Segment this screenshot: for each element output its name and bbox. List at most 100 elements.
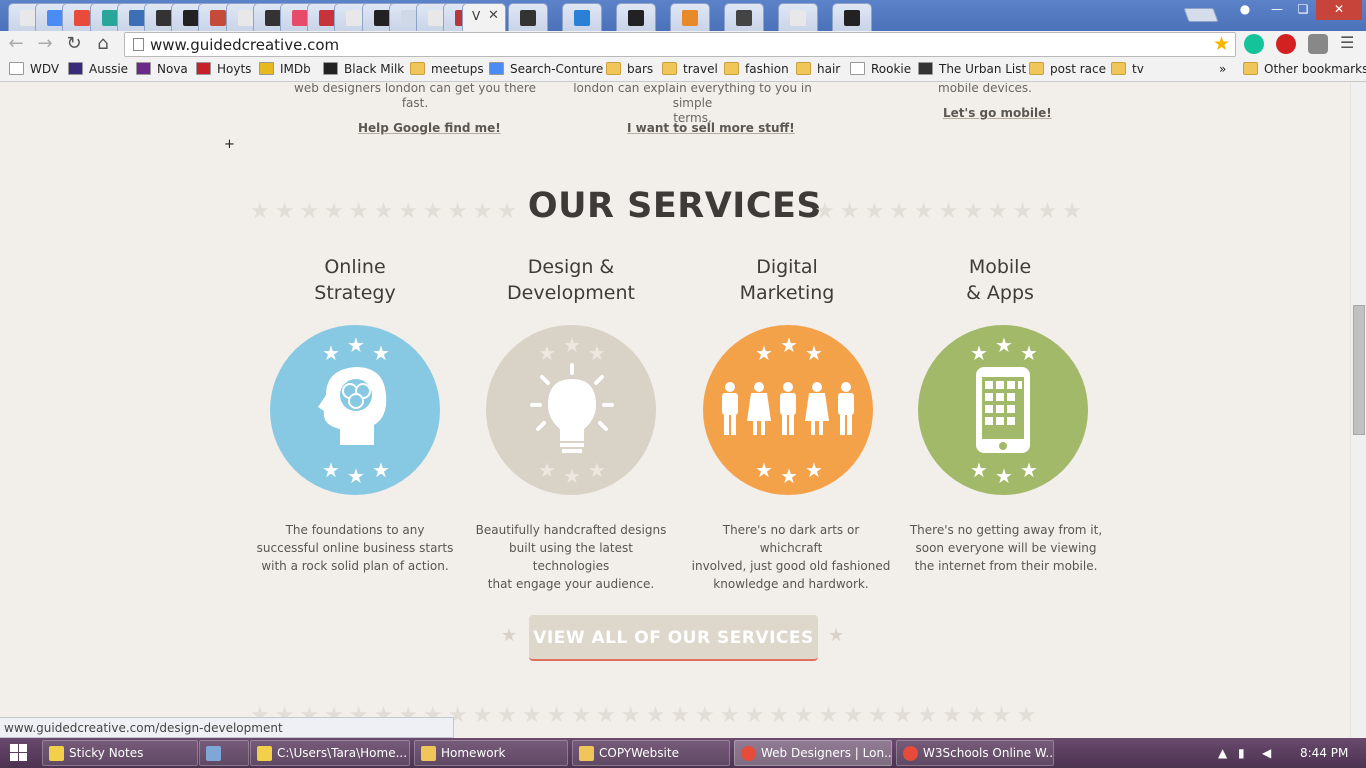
browser-tab[interactable] [670, 3, 710, 31]
svg-text:★: ★ [322, 341, 340, 365]
desc-line: built using the latest technologies [509, 541, 633, 573]
tab-title: V [472, 9, 481, 23]
service-title-design-development[interactable]: Design & Development [471, 254, 671, 306]
taskbar-item[interactable]: W3Schools Online W... [896, 740, 1054, 766]
tab-strip: V ✕ [0, 0, 1366, 32]
bookmark-item[interactable]: fashion [724, 62, 789, 76]
chrome-menu-icon[interactable]: ☰ [1340, 35, 1358, 51]
svg-text:★: ★ [563, 464, 581, 488]
bookmark-item[interactable]: tv [1111, 62, 1144, 76]
service-title-line: Online [324, 256, 386, 278]
signal-icon[interactable]: ▮ [1238, 746, 1245, 760]
browser-tab-active[interactable]: V ✕ [462, 3, 506, 32]
taskbar-item[interactable]: C:\Users\Tara\Home... [250, 740, 410, 766]
bookmark-item[interactable]: meetups [410, 62, 484, 76]
tab-favicon-icon [374, 10, 390, 26]
tab-favicon-icon [238, 10, 254, 26]
star-row-right: ★★★★★★★★★★★ [815, 199, 1087, 224]
windows-start-icon[interactable] [10, 744, 28, 762]
minimize-button[interactable]: — [1264, 0, 1290, 20]
forward-button[interactable]: → [34, 33, 56, 55]
design-development-icon[interactable]: ★ ★ ★ ★ ★ ★ [486, 325, 656, 495]
bookmark-item[interactable]: Search-Conture [489, 62, 603, 76]
bookmark-label: The Urban List [939, 62, 1027, 76]
snippet-text-1: web designers london can get you there f… [290, 83, 540, 111]
reload-button[interactable]: ↻ [63, 33, 85, 55]
bookmarks-overflow-button[interactable]: » [1219, 62, 1226, 76]
bookmark-item[interactable]: travel [662, 62, 718, 76]
close-window-button[interactable]: ✕ [1316, 0, 1362, 20]
help-google-link[interactable]: Help Google find me! [358, 121, 501, 135]
tab-favicon-icon [682, 10, 698, 26]
browser-toolbar: ← → ↻ ⌂ www.guidedcreative.com ★ ☰ [0, 31, 1366, 58]
grammarly-extension-icon[interactable] [1244, 34, 1264, 54]
bookmark-item[interactable]: IMDb [259, 62, 311, 76]
bookmark-item[interactable]: post race [1029, 62, 1106, 76]
urbanlist-icon [918, 62, 933, 75]
imdb-icon [259, 62, 274, 75]
taskbar-item[interactable]: Homework [414, 740, 568, 766]
tab-favicon-icon [428, 10, 444, 26]
browser-tab[interactable] [724, 3, 764, 31]
svg-text:★: ★ [588, 341, 606, 365]
service-title-mobile-apps[interactable]: Mobile & Apps [900, 254, 1100, 306]
taskbar-item[interactable]: Web Designers | Lon... [734, 740, 892, 766]
browser-tab[interactable] [562, 3, 602, 31]
aussie-icon [68, 62, 83, 75]
tab-close-icon[interactable]: ✕ [488, 8, 499, 23]
sticky-notes-icon [49, 746, 64, 761]
taskbar-item[interactable]: COPYWebsite [572, 740, 730, 766]
bookmark-item[interactable]: Rookie [850, 62, 911, 76]
new-tab-button[interactable] [1183, 8, 1219, 22]
mobile-apps-icon[interactable]: ★ ★ ★ ★ ★ ★ [918, 325, 1088, 495]
user-icon[interactable]: ● [1232, 0, 1258, 20]
page-scrollbar[interactable] [1350, 83, 1366, 738]
svg-text:★: ★ [995, 464, 1013, 488]
bookmark-item[interactable]: Hoyts [196, 62, 251, 76]
desc-line: that engage your audience. [487, 577, 655, 591]
home-button[interactable]: ⌂ [92, 33, 114, 55]
browser-tab[interactable] [832, 3, 872, 31]
taskbar-item[interactable]: Sticky Notes [42, 740, 198, 766]
bookmark-item[interactable]: Aussie [68, 62, 128, 76]
svg-text:★: ★ [538, 341, 556, 365]
bookmark-item[interactable]: hair [796, 62, 840, 76]
sell-more-link[interactable]: I want to sell more stuff! [627, 121, 795, 135]
bookmark-item[interactable]: Black Milk [323, 62, 404, 76]
back-button[interactable]: ← [5, 33, 27, 55]
svg-text:★: ★ [538, 458, 556, 482]
service-title-online-strategy[interactable]: Online Strategy [255, 254, 455, 306]
star-icon: ★ [828, 625, 845, 646]
service-desc-online-strategy: The foundations to any successful online… [255, 521, 455, 575]
show-hidden-icons-icon[interactable]: ▲ [1218, 746, 1227, 760]
scrollbar-thumb[interactable] [1353, 305, 1365, 435]
service-title-digital-marketing[interactable]: Digital Marketing [687, 254, 887, 306]
clock[interactable]: 8:44 PM [1300, 746, 1348, 760]
bookmark-item[interactable]: WDV [9, 62, 59, 76]
taskbar-item[interactable] [199, 740, 249, 766]
bookmark-item[interactable]: The Urban List [918, 62, 1026, 76]
extension-icon[interactable] [1308, 34, 1328, 54]
bookmark-item[interactable]: bars [606, 62, 653, 76]
volume-icon[interactable]: ◀ [1262, 746, 1271, 760]
service-title-line: Development [507, 282, 635, 304]
browser-tab[interactable] [778, 3, 818, 31]
browser-tab[interactable] [616, 3, 656, 31]
url-text[interactable]: www.guidedcreative.com [150, 36, 339, 54]
google-icon [489, 62, 504, 75]
go-mobile-link[interactable]: Let's go mobile! [943, 106, 1052, 120]
online-strategy-icon[interactable]: ★ ★ ★ ★ ★ ★ [270, 325, 440, 495]
bookmark-item[interactable]: Nova [136, 62, 188, 76]
maximize-button[interactable]: ❏ [1290, 0, 1316, 20]
address-bar[interactable]: www.guidedcreative.com ★ [124, 32, 1236, 57]
desc-line: Beautifully handcrafted designs [475, 523, 667, 537]
taskbar-item-label: COPYWebsite [599, 746, 679, 760]
bookmark-star-icon[interactable]: ★ [1213, 33, 1230, 55]
desc-line: The foundations to any [285, 523, 425, 537]
digital-marketing-icon[interactable]: ★ ★ ★ ★ ★ ★ [703, 325, 873, 495]
browser-tab[interactable] [508, 3, 548, 31]
other-bookmarks[interactable]: Other bookmarks [1243, 62, 1366, 76]
view-all-services-button[interactable]: VIEW ALL OF OUR SERVICES [529, 615, 818, 661]
svg-text:★: ★ [805, 458, 823, 482]
adblock-extension-icon[interactable] [1276, 34, 1296, 54]
